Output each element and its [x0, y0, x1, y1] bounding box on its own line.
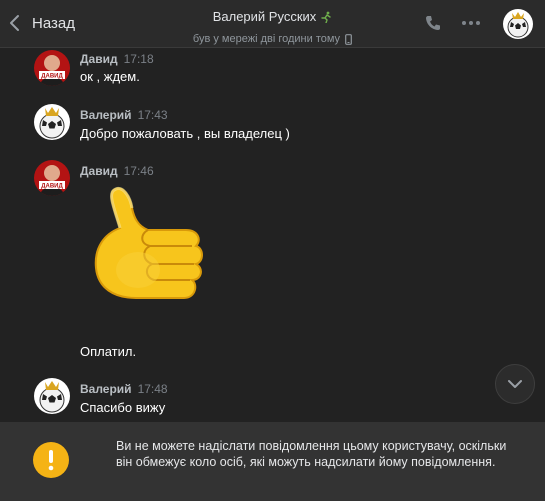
message-time: 17:48 [137, 382, 168, 396]
back-button[interactable]: Назад [8, 10, 75, 36]
warning-icon [33, 442, 69, 478]
contact-name: Валерий Русских [212, 9, 317, 24]
avatar-label: ДАВИД [41, 184, 63, 190]
mobile-icon [345, 33, 352, 45]
avatar[interactable]: ДАВИД [34, 50, 70, 86]
message: ДАВИД Давид 17:18 ок , ждем. [0, 50, 545, 96]
avatar-label: ДАВИД [41, 74, 63, 80]
message-author[interactable]: Давид [80, 164, 118, 178]
more-icon[interactable] [461, 20, 481, 26]
notice-text: Ви не можете надіслати повідомлення цьом… [116, 439, 507, 469]
phone-icon[interactable] [424, 14, 442, 32]
message: Валерий 17:48 Спасибо вижу [0, 378, 545, 420]
message-text: Спасибо вижу [80, 400, 166, 415]
back-label: Назад [32, 14, 75, 32]
soccer-ball-avatar-icon [34, 104, 70, 140]
runner-icon [321, 11, 331, 23]
chevron-left-icon [10, 15, 19, 31]
message: Валерий 17:43 Добро пожаловать , вы владе… [0, 104, 545, 150]
avatar[interactable]: ДАВИД [34, 160, 70, 196]
message-author[interactable]: Валерий [80, 108, 132, 122]
chat-title-block[interactable]: Валерий Русских був у мережі дві години … [150, 8, 395, 47]
soccer-ball-avatar-icon [34, 378, 70, 414]
soccer-ball-avatar-icon [503, 9, 533, 39]
avatar[interactable] [34, 378, 70, 414]
last-seen-status: був у мережі дві години тому [192, 33, 341, 45]
message-time: 17:18 [123, 52, 154, 66]
contact-avatar[interactable] [503, 9, 533, 39]
message-time: 17:43 [137, 108, 168, 122]
thumbs-up-sticker[interactable] [92, 184, 210, 316]
chevron-down-icon [508, 380, 522, 388]
chat-header: Назад Валерий Русских був у мережі дві г… [0, 0, 545, 48]
message: ДАВИД Давид 17:46 Оплатил. [0, 160, 545, 365]
message-time: 17:46 [123, 164, 154, 178]
david-avatar-icon: ДАВИД [34, 50, 70, 86]
david-avatar-icon: ДАВИД [34, 160, 70, 196]
message-text: Оплатил. [80, 344, 137, 359]
message-author[interactable]: Давид [80, 52, 118, 66]
message-text: Добро пожаловать , вы владелец ) [80, 126, 290, 141]
scroll-down-button[interactable] [495, 364, 535, 404]
message-text: ок , ждем. [80, 69, 140, 84]
message-author[interactable]: Валерий [80, 382, 132, 396]
avatar[interactable] [34, 104, 70, 140]
